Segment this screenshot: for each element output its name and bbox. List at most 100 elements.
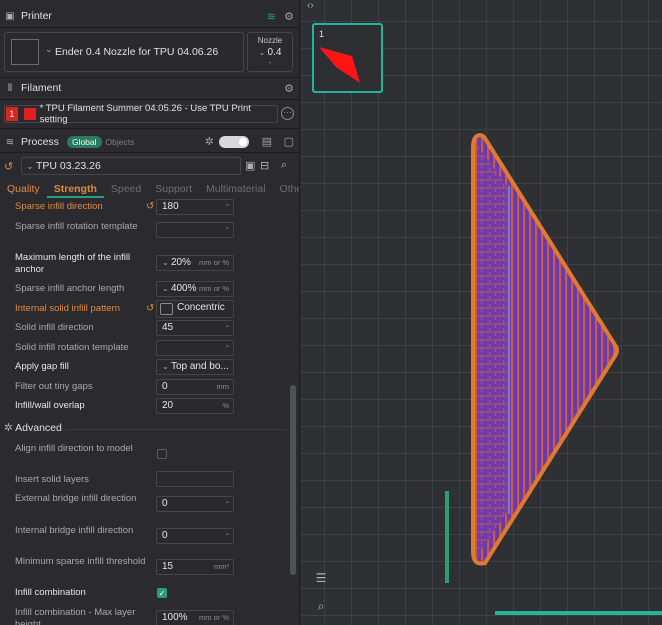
process-section-header: ≋ Process Global Objects ✲ ▤ ▢: [0, 132, 299, 152]
setting-label: Solid infill direction: [15, 322, 94, 333]
filament-section-header[interactable]: ⫴ Filament ⚙: [0, 78, 299, 98]
setting-label: Align infill direction to model: [15, 443, 133, 454]
global-tab[interactable]: Global: [66, 136, 102, 148]
process-icon: ≋: [5, 136, 15, 148]
printer-icon: ▣: [5, 10, 15, 22]
scrollbar-thumb[interactable]: [290, 385, 296, 575]
search-icon[interactable]: ⌕: [281, 159, 287, 172]
process-preset-selector[interactable]: ⌄ TPU 03.23.26: [21, 157, 241, 175]
setting-label: Internal solid infill pattern: [15, 303, 121, 314]
reset-icon[interactable]: ↺: [4, 160, 13, 173]
more-options-icon[interactable]: ···: [281, 107, 294, 120]
min-sparse-infill-input[interactable]: 15 mm²: [156, 559, 234, 575]
printer-section-header[interactable]: ▣ Printer ≋ ⚙: [0, 6, 299, 26]
sliced-object: [445, 133, 662, 615]
advanced-settings-icon[interactable]: ✲: [205, 135, 214, 148]
app-root: ▣ Printer ≋ ⚙ ⌄ Ender 0.4 Nozzle for TPU…: [0, 0, 662, 625]
setting-label: Infill combination - Max layer height: [15, 607, 136, 625]
internal-solid-infill-pattern-select[interactable]: Concentric: [156, 300, 234, 318]
tab-quality[interactable]: Quality: [0, 180, 47, 198]
tab-others[interactable]: Others: [273, 180, 299, 198]
internal-bridge-direction-input[interactable]: 0 °: [156, 528, 234, 544]
delete-icon[interactable]: ⊟: [260, 159, 269, 172]
tab-strength[interactable]: Strength: [46, 180, 104, 198]
setting-label: Infill/wall overlap: [15, 400, 85, 411]
wifi-icon[interactable]: ≋: [267, 10, 276, 23]
setting-label: Maximum length of the infill anchor: [15, 252, 131, 275]
gear-icon: ✲: [4, 422, 13, 434]
printer-settings-icon[interactable]: ⚙: [284, 10, 294, 23]
setting-label: Solid infill rotation template: [15, 342, 129, 353]
layers-list-icon[interactable]: ☰: [313, 571, 329, 587]
filament-header-label: Filament: [21, 82, 62, 94]
layer-slider-mark[interactable]: [445, 491, 449, 583]
nozzle-dash: -: [268, 58, 272, 67]
setting-label: Apply gap fill: [15, 361, 69, 372]
printer-header-label: Printer: [21, 10, 52, 22]
setting-label: Sparse infill anchor length: [15, 283, 125, 294]
tab-speed[interactable]: Speed: [104, 180, 148, 198]
filament-name: * TPU Filament Summer 04.05.26 - Use TPU…: [39, 103, 251, 125]
divider: [0, 27, 299, 28]
settings-panel: ▣ Printer ≋ ⚙ ⌄ Ender 0.4 Nozzle for TPU…: [0, 0, 300, 625]
setting-label: Insert solid layers: [15, 474, 89, 485]
advanced-toggle[interactable]: [219, 136, 249, 148]
nozzle-value: ⌄ 0.4: [258, 47, 282, 58]
filament-selector[interactable]: 1 * TPU Filament Summer 04.05.26 - Use T…: [4, 103, 278, 125]
concentric-pattern-icon: [160, 303, 173, 315]
solid-infill-direction-input[interactable]: 45 °: [156, 320, 234, 336]
preview-viewport[interactable]: ‹› 1 ☰ ⌕: [301, 0, 662, 625]
divider: [0, 99, 299, 100]
tab-multimaterial[interactable]: Multimaterial: [199, 180, 273, 198]
divider: [0, 152, 299, 153]
filter-tiny-gaps-input[interactable]: 0 mm: [156, 379, 234, 395]
max-infill-anchor-input[interactable]: ⌄ 20% mm or %: [156, 255, 234, 271]
setting-label: Infill combination: [15, 587, 86, 598]
save-preset-icon[interactable]: ▢: [284, 135, 294, 148]
setting-label: Sparse infill direction: [15, 201, 103, 212]
search-icon[interactable]: ⌕: [313, 599, 329, 615]
divider: [0, 128, 299, 129]
save-icon[interactable]: ▣: [245, 159, 255, 172]
process-preset-row: ↺ ⌄ TPU 03.23.26 ▣ ⊟ ⌕: [4, 157, 296, 175]
undo-icon[interactable]: ↺: [146, 201, 154, 212]
nozzle-label: Nozzle: [257, 36, 283, 45]
infill-anchor-length-input[interactable]: ⌄ 400% mm or %: [156, 281, 234, 297]
sparse-infill-rotation-input[interactable]: °: [156, 222, 234, 238]
divider: [66, 429, 286, 430]
solid-infill-rotation-input[interactable]: °: [156, 340, 234, 356]
process-header-label: Process: [21, 136, 59, 148]
setting-label: Internal bridge infill direction: [15, 525, 134, 536]
infill-combination-checkbox[interactable]: ✓: [157, 588, 167, 598]
undo-icon[interactable]: ↺: [146, 303, 154, 314]
setting-label: Minimum sparse infill threshold: [15, 556, 146, 567]
insert-solid-layers-input[interactable]: [156, 471, 234, 487]
setting-label: Sparse infill rotation template: [15, 221, 138, 232]
settings-list: Sparse infill direction ↺ 180 ° Sparse in…: [0, 199, 286, 625]
setting-label: External bridge infill direction: [15, 493, 137, 504]
combination-max-height-input[interactable]: 100% mm or %: [156, 610, 234, 625]
filament-icon: ⫴: [7, 82, 13, 94]
chevron-down-icon: ⌄: [45, 44, 53, 54]
printer-thumbnail: [11, 39, 39, 65]
printer-selector[interactable]: ⌄ Ender 0.4 Nozzle for TPU 04.06.26: [4, 32, 244, 72]
tab-support[interactable]: Support: [148, 180, 199, 198]
filament-color-swatch[interactable]: [23, 108, 36, 120]
external-bridge-direction-input[interactable]: 0 °: [156, 496, 234, 512]
setting-label: Filter out tiny gaps: [15, 381, 93, 392]
infill-wall-overlap-input[interactable]: 20%: [156, 398, 234, 414]
objects-tab[interactable]: Objects: [106, 137, 135, 147]
compare-icon[interactable]: ▤: [262, 135, 272, 148]
advanced-header: ✲ Advanced: [4, 422, 62, 434]
filament-settings-icon[interactable]: ⚙: [284, 82, 294, 95]
horizontal-slider-track[interactable]: [495, 611, 662, 615]
align-infill-checkbox[interactable]: [157, 449, 167, 459]
chevron-down-icon: ⌄: [26, 161, 34, 171]
gap-fill-select[interactable]: ⌄ Top and bo...: [156, 359, 234, 375]
process-preset-name: TPU 03.23.26: [36, 160, 101, 172]
filament-index: 1: [6, 107, 18, 121]
nozzle-selector[interactable]: Nozzle ⌄ 0.4 -: [247, 32, 293, 72]
sparse-infill-direction-input[interactable]: 180 °: [156, 199, 234, 215]
printer-name: Ender 0.4 Nozzle for TPU 04.06.26: [55, 46, 219, 58]
settings-tabs: Quality Strength Speed Support Multimate…: [0, 180, 299, 198]
